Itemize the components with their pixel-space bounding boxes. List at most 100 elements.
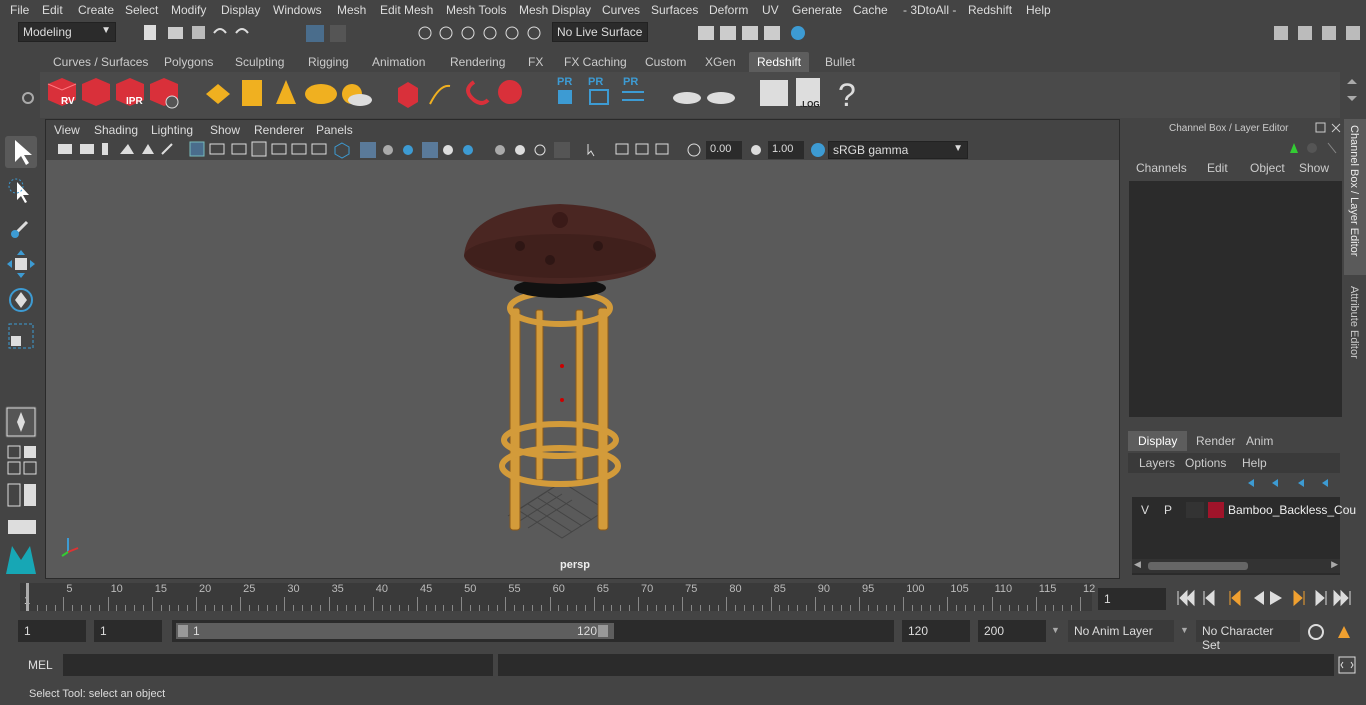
playback-controls[interactable] xyxy=(1174,588,1360,608)
panel-menu-show[interactable]: Show xyxy=(210,123,240,137)
command-input[interactable] xyxy=(63,654,493,676)
range-slider-start-handle[interactable] xyxy=(178,625,188,637)
menu-mesh-tools[interactable]: Mesh Tools xyxy=(446,3,506,17)
shelf-buttons[interactable]: ? xyxy=(40,72,880,118)
tab-custom[interactable]: Custom xyxy=(637,52,694,72)
layer-visibility-toggle[interactable]: V xyxy=(1141,503,1149,517)
snap-button[interactable] xyxy=(5,406,37,438)
color-space-dropdown[interactable]: sRGB gamma ▼ xyxy=(828,141,968,159)
tab-curves-surfaces[interactable]: Curves / Surfaces xyxy=(45,52,156,72)
script-editor-icon[interactable] xyxy=(1338,656,1358,674)
layer-color-swatch[interactable] xyxy=(1208,502,1224,518)
gamma-field[interactable]: 1.00 xyxy=(768,141,804,159)
chevron-down-icon[interactable]: ▼ xyxy=(1051,625,1060,635)
workspace-icons[interactable] xyxy=(1270,22,1366,44)
menu-select[interactable]: Select xyxy=(125,3,158,17)
live-surface-field[interactable]: No Live Surface xyxy=(552,22,648,42)
scale-tool-button[interactable] xyxy=(5,320,37,352)
tab-fx-caching[interactable]: FX Caching xyxy=(556,52,635,72)
layer-type-toggle[interactable] xyxy=(1186,502,1204,518)
render-icons[interactable] xyxy=(680,22,810,44)
select-tool-button[interactable] xyxy=(5,136,37,168)
menu-help[interactable]: Help xyxy=(1026,3,1051,17)
panel-toolbar-icons[interactable] xyxy=(46,140,806,160)
current-frame-marker[interactable] xyxy=(26,583,29,611)
menu-curves[interactable]: Curves xyxy=(602,3,640,17)
color-management-icon[interactable] xyxy=(810,142,826,158)
layer-name[interactable]: Bamboo_Backless_Cou xyxy=(1228,503,1356,517)
range-slider-end-handle[interactable] xyxy=(598,625,608,637)
layers-menu-label[interactable]: Layers xyxy=(1139,456,1175,470)
menu-cache[interactable]: Cache xyxy=(853,3,888,17)
tab-animation[interactable]: Animation xyxy=(364,52,433,72)
max-end-frame-field[interactable]: 200 xyxy=(978,620,1046,642)
menu-mesh[interactable]: Mesh xyxy=(337,3,366,17)
lasso-tool-button[interactable] xyxy=(5,174,37,206)
menu-uv[interactable]: UV xyxy=(762,3,779,17)
menu-file[interactable]: File xyxy=(10,3,29,17)
exposure-field[interactable]: 0.00 xyxy=(706,141,742,159)
layer-action-icons[interactable] xyxy=(1242,475,1332,493)
chevron-left-icon[interactable]: ◀ xyxy=(1134,559,1141,570)
tab-fx[interactable]: FX xyxy=(520,52,551,72)
channel-box-menu-edit[interactable]: Edit xyxy=(1207,161,1228,175)
character-set-field[interactable]: No Character Set xyxy=(1196,620,1300,652)
mode-dropdown[interactable]: Modeling ▼ xyxy=(18,22,116,42)
tab-bullet[interactable]: Bullet xyxy=(817,52,863,72)
playback-start-field[interactable]: 1 xyxy=(94,620,162,642)
paint-tool-button[interactable] xyxy=(5,212,37,244)
layer-tab-anim[interactable]: Anim xyxy=(1236,431,1283,451)
current-frame-field[interactable]: 1 xyxy=(1098,588,1166,610)
menu-modify[interactable]: Modify xyxy=(171,3,206,17)
tab-redshift[interactable]: Redshift xyxy=(749,52,810,72)
shelf-scroll-icons[interactable] xyxy=(1344,76,1360,112)
panel-menu-renderer[interactable]: Renderer xyxy=(254,123,304,137)
tab-attribute-editor[interactable]: Attribute Editor xyxy=(1344,280,1366,380)
panel-menu-shading[interactable]: Shading xyxy=(94,123,138,137)
channel-toggle-icons[interactable] xyxy=(1284,139,1342,157)
chevron-down-icon[interactable]: ▼ xyxy=(1180,625,1189,635)
anim-layer-field[interactable]: No Anim Layer xyxy=(1068,620,1174,642)
tab-channel-box[interactable]: Channel Box / Layer Editor xyxy=(1344,119,1366,275)
tab-xgen[interactable]: XGen xyxy=(697,52,744,72)
tab-rigging[interactable]: Rigging xyxy=(300,52,357,72)
menu-redshift[interactable]: Redshift xyxy=(968,3,1012,17)
panel-menu-lighting[interactable]: Lighting xyxy=(151,123,193,137)
menu-display[interactable]: Display xyxy=(221,3,260,17)
layer-tab-display[interactable]: Display xyxy=(1128,431,1188,451)
panel-menu-panels[interactable]: Panels xyxy=(316,123,353,137)
channel-box-menu-object[interactable]: Object xyxy=(1250,161,1285,175)
menu-3dtoall[interactable]: - 3DtoAll - xyxy=(903,3,956,17)
panel-window-icons[interactable] xyxy=(1314,121,1344,135)
menu-windows[interactable]: Windows xyxy=(273,3,322,17)
tab-sculpting[interactable]: Sculpting xyxy=(227,52,292,72)
layer-row[interactable]: V P Bamboo_Backless_Cou xyxy=(1136,501,1356,519)
range-slider-handle-area[interactable] xyxy=(176,623,614,639)
menu-deform[interactable]: Deform xyxy=(709,3,748,17)
menu-mesh-display[interactable]: Mesh Display xyxy=(519,3,591,17)
start-frame-field[interactable]: 1 xyxy=(18,620,86,642)
channel-box-menu-show[interactable]: Show xyxy=(1299,161,1329,175)
command-language-label[interactable]: MEL xyxy=(28,658,53,672)
panel-menu-view[interactable]: View xyxy=(54,123,80,137)
options-menu-label[interactable]: Options xyxy=(1185,456,1226,470)
tab-polygons[interactable]: Polygons xyxy=(156,52,221,72)
move-tool-button[interactable] xyxy=(5,248,37,280)
menu-generate[interactable]: Generate xyxy=(792,3,842,17)
rotate-tool-button[interactable] xyxy=(5,284,37,316)
chevron-right-icon[interactable]: ▶ xyxy=(1331,559,1338,570)
end-frame-field[interactable]: 120 xyxy=(902,620,970,642)
key-settings-icons[interactable] xyxy=(1306,622,1360,642)
channel-box-menu-channels[interactable]: Channels xyxy=(1136,161,1187,175)
menu-edit-mesh[interactable]: Edit Mesh xyxy=(380,3,433,17)
time-slider[interactable]: 1 51015202530354045505560657075808590951… xyxy=(20,583,1095,611)
menu-edit[interactable]: Edit xyxy=(42,3,63,17)
menu-surfaces[interactable]: Surfaces xyxy=(651,3,698,17)
layer-list-scrollbar[interactable]: ◀ ▶ xyxy=(1132,559,1340,573)
viewport-3d[interactable]: persp xyxy=(46,160,1119,578)
menu-create[interactable]: Create xyxy=(78,3,114,17)
help-menu-label[interactable]: Help xyxy=(1242,456,1267,470)
layout-icons[interactable] xyxy=(6,444,38,544)
range-slider[interactable]: 1 120 xyxy=(172,620,894,642)
layer-playback-toggle[interactable]: P xyxy=(1164,503,1172,517)
